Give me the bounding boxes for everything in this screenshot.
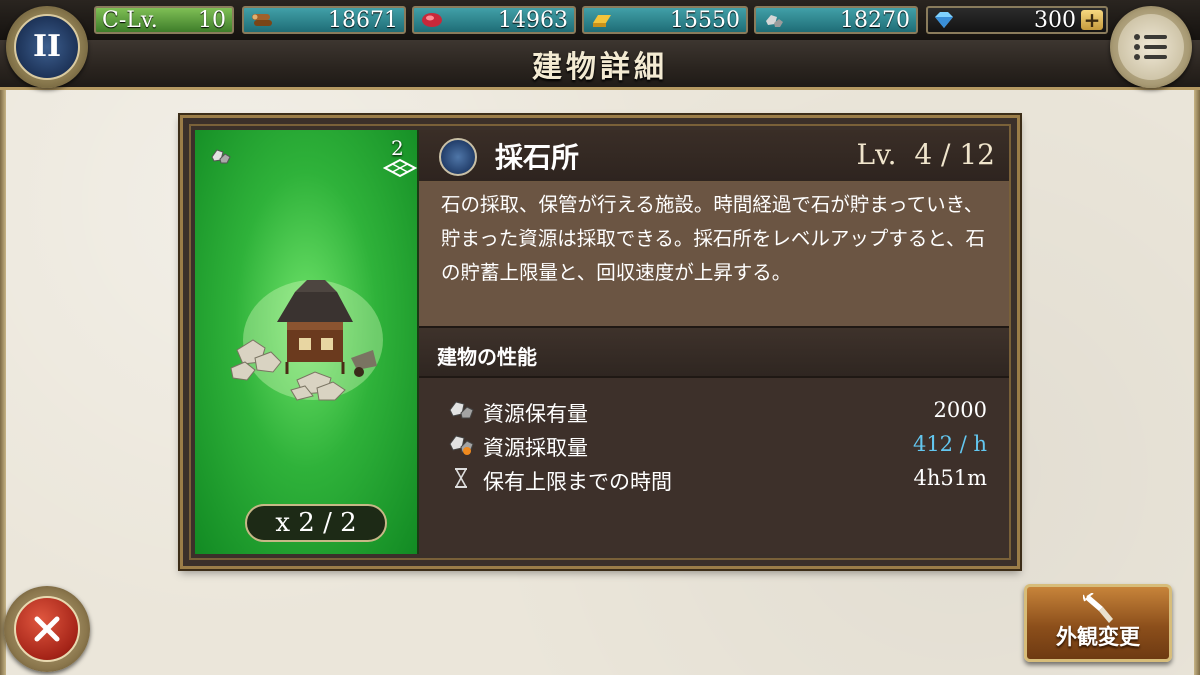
gem-icon [935, 12, 953, 28]
stat-value: 412 / h [912, 432, 987, 456]
meat-icon [422, 13, 442, 27]
gold-amount: 15550 [670, 7, 740, 33]
building-info: 採石所 Lv. 4 / 12 石の採取、保管が行える施設。時間経過で石が貯まって… [419, 130, 1009, 554]
change-appearance-button[interactable]: 外観変更 [1024, 584, 1172, 662]
plot-icon [383, 158, 417, 178]
stat-label: 資源保有量 [483, 402, 588, 426]
left-rail [0, 90, 6, 675]
stat-row: 資源採取量 412 / h [447, 428, 987, 462]
gem-resource: 300 + [926, 6, 1108, 34]
building-header: 採石所 Lv. 4 / 12 [419, 130, 1009, 182]
stone-icon [449, 401, 474, 419]
building-description: 石の採取、保管が行える施設。時間経過で石が貯まっていき、貯まった資源は採取できる… [419, 182, 1009, 326]
stone-resource: 18270 [754, 6, 918, 34]
stone-gather-icon [449, 435, 474, 455]
performance-stats: 資源保有量 2000 資源採取量 412 / h 保有上限までの時間 4h51m [419, 378, 1009, 554]
title-bar: 建物詳細 [0, 40, 1200, 90]
wood-amount: 18671 [328, 7, 398, 33]
stat-row: 資源保有量 2000 [447, 394, 987, 428]
hourglass-icon [455, 468, 467, 488]
menu-button[interactable] [1110, 6, 1192, 88]
performance-heading: 建物の性能 [419, 326, 1009, 378]
close-button[interactable] [4, 586, 90, 672]
change-appearance-label: 外観変更 [1056, 624, 1140, 649]
meat-amount: 14963 [498, 7, 568, 33]
wood-icon [252, 14, 272, 26]
stat-row: 保有上限までの時間 4h51m [447, 462, 987, 496]
pause-button[interactable]: II [6, 6, 88, 88]
castle-level-display: C-Lv. 10 [94, 6, 234, 34]
gold-icon [593, 15, 611, 27]
stat-label: 保有上限までの時間 [483, 470, 672, 494]
buy-gems-button[interactable]: + [1081, 10, 1103, 30]
page-title: 建物詳細 [532, 49, 668, 85]
building-name: 採石所 [495, 141, 580, 174]
close-icon [34, 616, 60, 642]
building-detail-panel: 2 x 2 / 2 採石所 Lv. 4 / 12 石の採取、保管が行える施設。時… [180, 115, 1020, 569]
building-level: Lv. 4 / 12 [856, 138, 995, 171]
pause-icon: II [14, 14, 80, 80]
stone-amount: 18270 [840, 7, 910, 33]
stat-value: 4h51m [913, 466, 987, 490]
stat-label: 資源採取量 [483, 436, 588, 460]
gem-amount: 300 [1034, 7, 1076, 33]
plot-count: 2 [391, 136, 404, 160]
quarry-building-image [230, 280, 383, 401]
gold-resource: 15550 [582, 6, 748, 34]
clan-emblem-icon [439, 138, 477, 176]
stone-type-icon [211, 149, 231, 164]
stat-value: 2000 [933, 398, 987, 422]
stone-icon [766, 15, 783, 27]
meat-resource: 14963 [412, 6, 576, 34]
building-card: 2 x 2 / 2 [195, 130, 419, 554]
wood-resource: 18671 [242, 6, 406, 34]
building-count: x 2 / 2 [245, 504, 387, 542]
menu-icon [1134, 34, 1167, 60]
right-rail [1194, 90, 1200, 675]
castle-level-label: C-Lv. [102, 7, 158, 33]
castle-level-value: 10 [198, 7, 226, 33]
